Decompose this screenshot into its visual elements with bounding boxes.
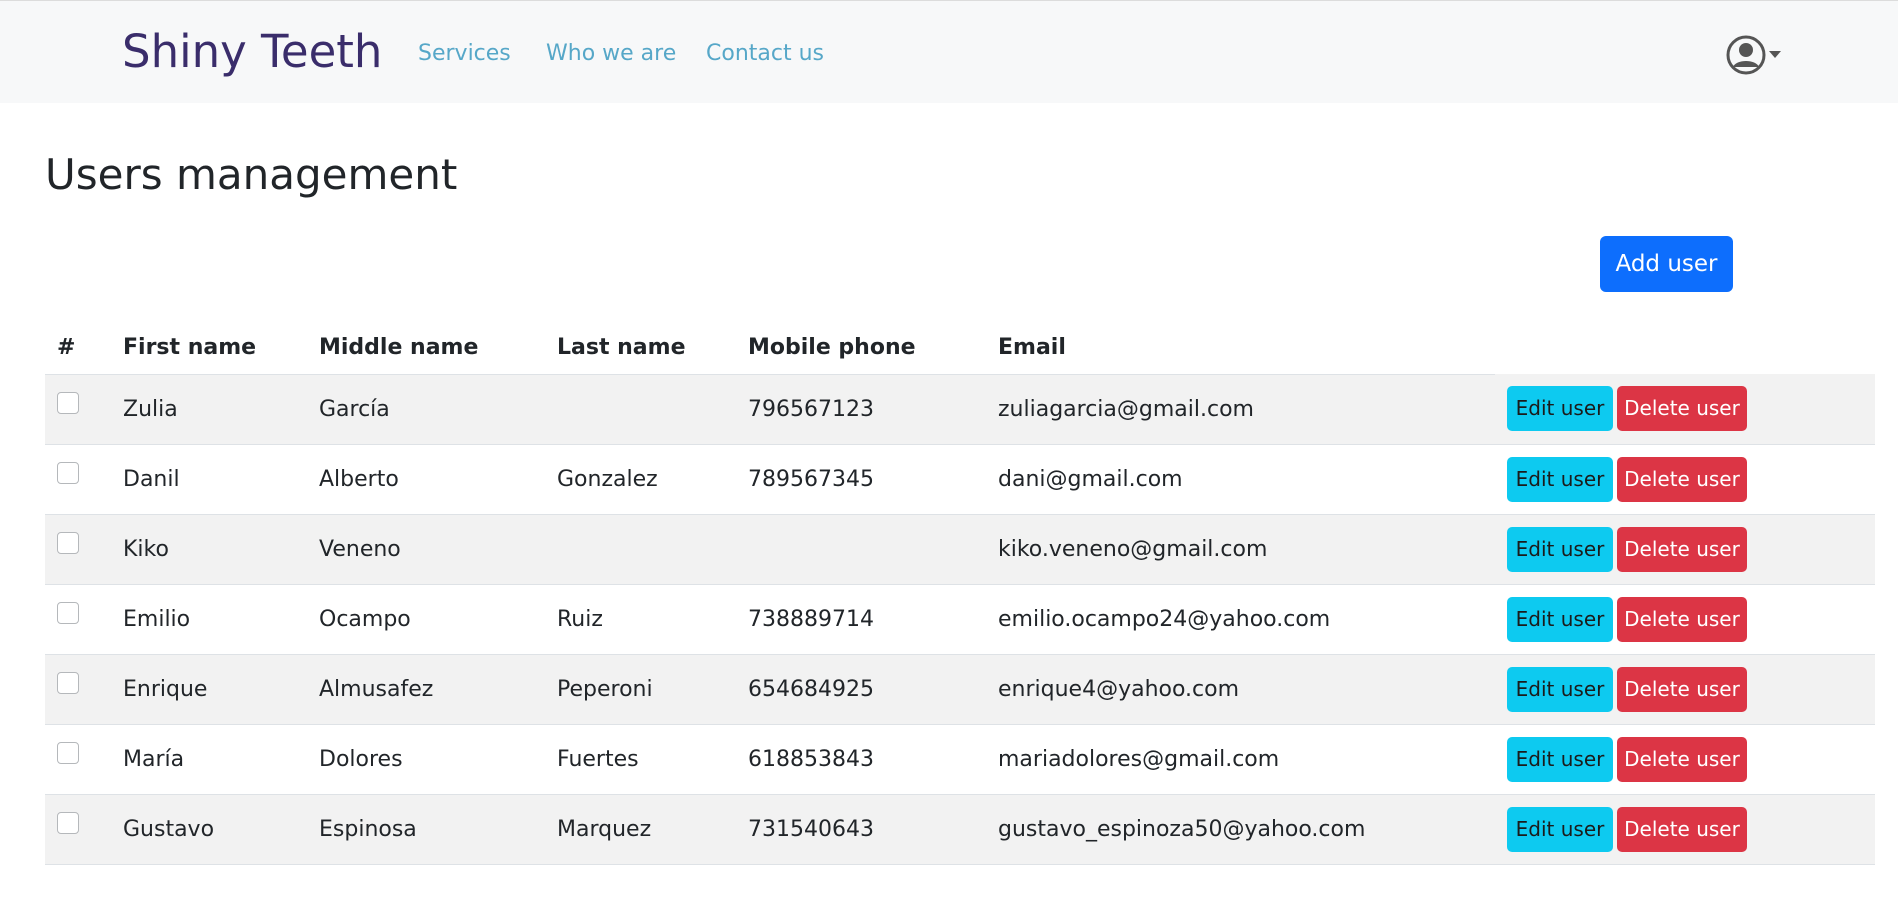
table-row: Zulia García 796567123 zuliagarcia@gmail… [45, 374, 1875, 445]
edit-user-button[interactable]: Edit user [1507, 666, 1613, 712]
user-circle-icon [1726, 35, 1781, 75]
caret-down-icon [1769, 51, 1781, 58]
cell-last-name [545, 374, 736, 445]
cell-actions: Edit user Delete user [1495, 584, 1875, 655]
cell-email: dani@gmail.com [986, 444, 1495, 515]
nav-link-who-we-are[interactable]: Who we are [546, 41, 676, 66]
delete-user-button[interactable]: Delete user [1617, 666, 1747, 712]
row-select-checkbox[interactable] [57, 531, 79, 554]
cell-last-name: Gonzalez [545, 444, 736, 515]
page-title: Users management [45, 150, 458, 199]
user-menu-dropdown[interactable] [1726, 35, 1788, 77]
row-select-checkbox[interactable] [57, 461, 79, 484]
cell-middle-name: Dolores [307, 724, 545, 795]
edit-user-button[interactable]: Edit user [1507, 736, 1613, 782]
cell-actions: Edit user Delete user [1495, 654, 1875, 725]
table-row: María Dolores Fuertes 618853843 mariadol… [45, 724, 1875, 795]
cell-actions: Edit user Delete user [1495, 794, 1875, 865]
cell-middle-name: García [307, 374, 545, 445]
cell-actions: Edit user Delete user [1495, 724, 1875, 795]
cell-email: kiko.veneno@gmail.com [986, 514, 1495, 585]
cell-actions: Edit user Delete user [1495, 444, 1875, 515]
cell-first-name: Kiko [111, 514, 307, 585]
cell-mobile-phone: 618853843 [736, 724, 986, 795]
cell-middle-name: Ocampo [307, 584, 545, 655]
row-select-checkbox[interactable] [57, 741, 79, 764]
cell-mobile-phone: 654684925 [736, 654, 986, 725]
cell-email: gustavo_espinoza50@yahoo.com [986, 794, 1495, 865]
cell-mobile-phone: 731540643 [736, 794, 986, 865]
edit-user-button[interactable]: Edit user [1507, 596, 1613, 642]
cell-email: enrique4@yahoo.com [986, 654, 1495, 725]
top-navbar: Shiny Teeth Services Who we are Contact … [0, 0, 1898, 103]
header-middle-name: Middle name [307, 322, 545, 375]
header-mobile-phone: Mobile phone [736, 322, 986, 375]
brand-logo[interactable]: Shiny Teeth [122, 25, 382, 78]
nav-link-contact-us[interactable]: Contact us [706, 41, 824, 66]
users-table-container: # First name Middle name Last name Mobil… [45, 322, 1875, 865]
cell-mobile-phone [736, 514, 986, 585]
cell-first-name: Danil [111, 444, 307, 515]
header-first-name: First name [111, 322, 307, 375]
cell-first-name: Emilio [111, 584, 307, 655]
cell-mobile-phone: 796567123 [736, 374, 986, 445]
edit-user-button[interactable]: Edit user [1507, 806, 1613, 852]
cell-actions: Edit user Delete user [1495, 374, 1875, 445]
cell-first-name: María [111, 724, 307, 795]
table-row: Emilio Ocampo Ruiz 738889714 emilio.ocam… [45, 584, 1875, 655]
header-email: Email [986, 322, 1495, 375]
edit-user-button[interactable]: Edit user [1507, 456, 1613, 502]
cell-last-name: Marquez [545, 794, 736, 865]
cell-middle-name: Espinosa [307, 794, 545, 865]
table-header-row: # First name Middle name Last name Mobil… [45, 322, 1875, 375]
cell-last-name: Ruiz [545, 584, 736, 655]
add-user-button[interactable]: Add user [1600, 236, 1733, 292]
users-table: # First name Middle name Last name Mobil… [45, 322, 1875, 865]
cell-middle-name: Alberto [307, 444, 545, 515]
cell-first-name: Zulia [111, 374, 307, 445]
table-row: Danil Alberto Gonzalez 789567345 dani@gm… [45, 444, 1875, 515]
header-last-name: Last name [545, 322, 736, 375]
delete-user-button[interactable]: Delete user [1617, 596, 1747, 642]
row-select-checkbox[interactable] [57, 671, 79, 694]
cell-mobile-phone: 789567345 [736, 444, 986, 515]
delete-user-button[interactable]: Delete user [1617, 806, 1747, 852]
edit-user-button[interactable]: Edit user [1507, 386, 1613, 432]
cell-middle-name: Veneno [307, 514, 545, 585]
header-actions [1495, 322, 1875, 374]
row-select-checkbox[interactable] [57, 811, 79, 834]
cell-email: zuliagarcia@gmail.com [986, 374, 1495, 445]
delete-user-button[interactable]: Delete user [1617, 736, 1747, 782]
cell-mobile-phone: 738889714 [736, 584, 986, 655]
delete-user-button[interactable]: Delete user [1617, 386, 1747, 432]
cell-middle-name: Almusafez [307, 654, 545, 725]
cell-email: emilio.ocampo24@yahoo.com [986, 584, 1495, 655]
row-select-checkbox[interactable] [57, 601, 79, 624]
edit-user-button[interactable]: Edit user [1507, 526, 1613, 572]
table-row: Kiko Veneno kiko.veneno@gmail.com Edit u… [45, 514, 1875, 585]
cell-first-name: Enrique [111, 654, 307, 725]
table-row: Enrique Almusafez Peperoni 654684925 enr… [45, 654, 1875, 725]
delete-user-button[interactable]: Delete user [1617, 456, 1747, 502]
cell-last-name: Fuertes [545, 724, 736, 795]
row-select-checkbox[interactable] [57, 391, 79, 414]
cell-last-name: Peperoni [545, 654, 736, 725]
header-index: # [45, 322, 111, 375]
nav-link-services[interactable]: Services [418, 41, 511, 66]
table-row: Gustavo Espinosa Marquez 731540643 gusta… [45, 794, 1875, 865]
cell-first-name: Gustavo [111, 794, 307, 865]
cell-actions: Edit user Delete user [1495, 514, 1875, 585]
delete-user-button[interactable]: Delete user [1617, 526, 1747, 572]
cell-email: mariadolores@gmail.com [986, 724, 1495, 795]
cell-last-name [545, 514, 736, 585]
